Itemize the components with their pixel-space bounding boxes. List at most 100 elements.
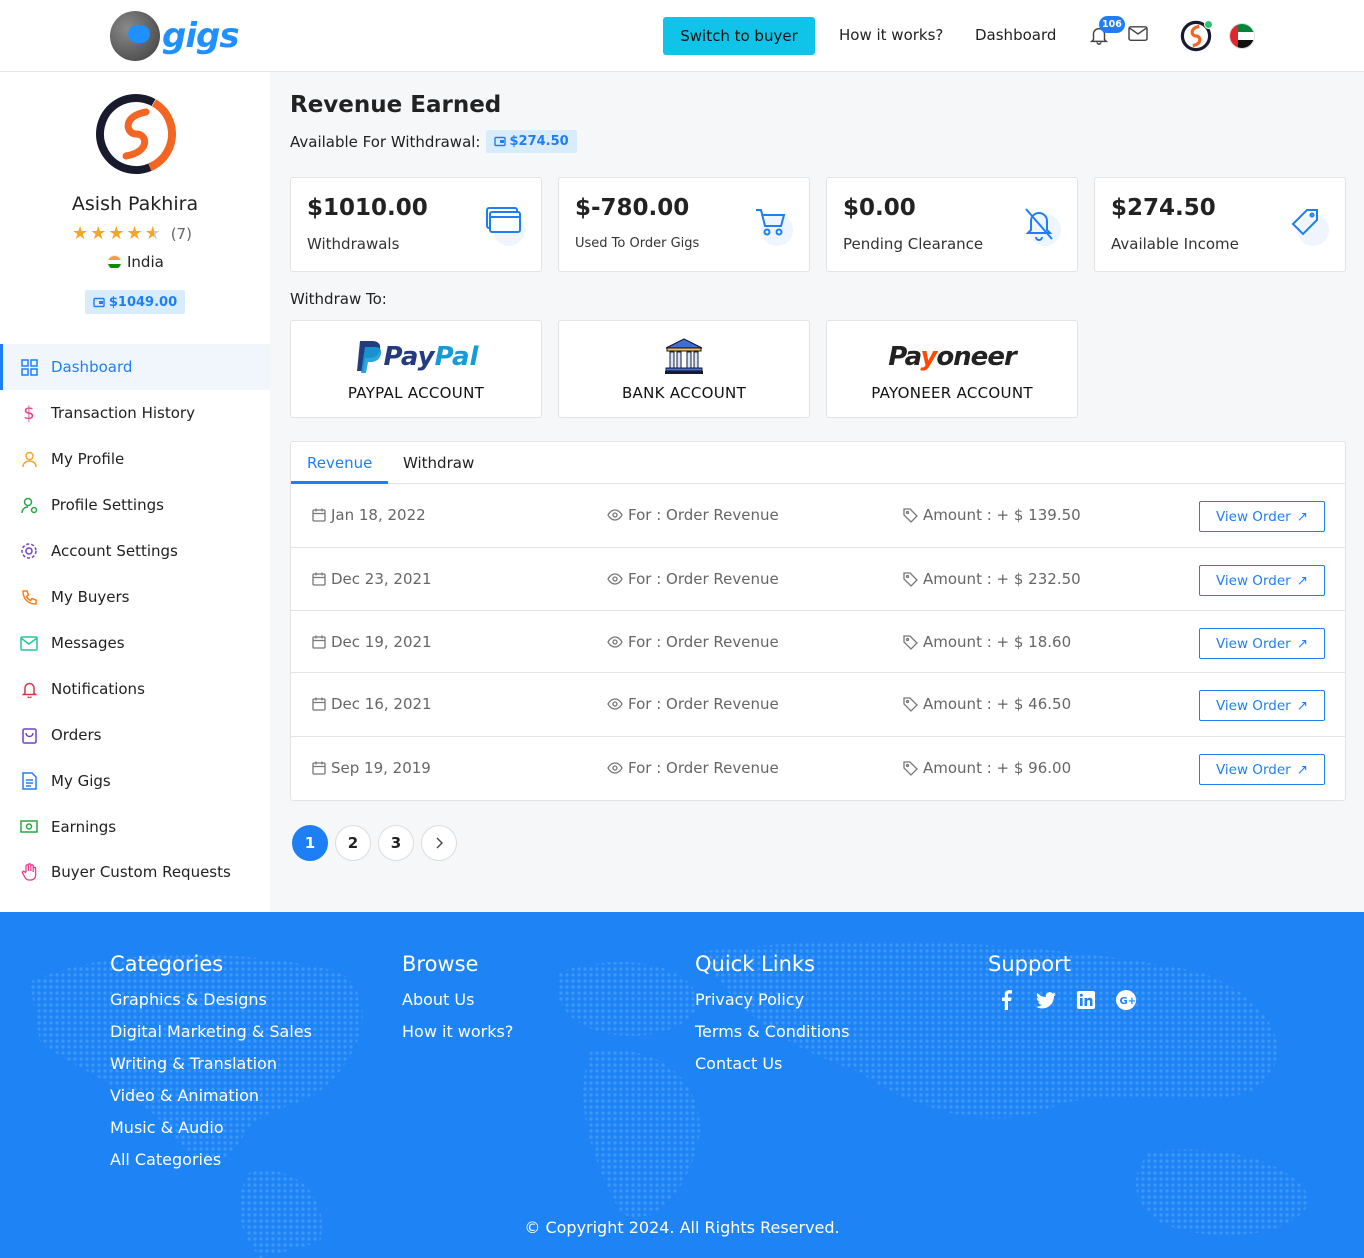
tx-amount-text: Amount : + $ 18.60: [923, 633, 1072, 651]
tx-date-text: Dec 16, 2021: [331, 695, 432, 713]
footer-link[interactable]: Terms & Conditions: [695, 1022, 849, 1054]
tag-icon: [903, 696, 918, 712]
page-button-3[interactable]: 3: [378, 825, 414, 861]
tx-for: For : Order Revenue: [607, 695, 779, 713]
bell-icon: [20, 680, 38, 698]
external-arrow-icon: ↗: [1296, 635, 1308, 652]
country-name: India: [127, 253, 164, 271]
stat-card-used-to-order: $-780.00 Used To Order Gigs: [558, 177, 810, 272]
sidebar-item-buyer-custom-requests[interactable]: Buyer Custom Requests: [0, 849, 270, 895]
sidebar-item-profile-settings[interactable]: Profile Settings: [0, 482, 270, 528]
available-label: Available For Withdrawal:: [290, 132, 481, 151]
view-order-button[interactable]: View Order ↗: [1199, 628, 1325, 659]
tx-amount-text: Amount : + $ 232.50: [923, 570, 1081, 588]
sidebar-item-transaction-history[interactable]: $ Transaction History: [0, 390, 270, 436]
view-order-button[interactable]: View Order ↗: [1199, 690, 1325, 721]
sidebar-item-notifications[interactable]: Notifications: [0, 666, 270, 712]
nav-dashboard[interactable]: Dashboard: [975, 26, 1056, 44]
facebook-icon[interactable]: [996, 990, 1016, 1010]
view-order-label: View Order: [1215, 761, 1291, 778]
uae-flag-icon[interactable]: [1229, 23, 1255, 49]
sidebar-item-messages[interactable]: Messages: [0, 620, 270, 666]
google-plus-icon[interactable]: G+: [1116, 990, 1136, 1010]
sidebar-item-earnings[interactable]: Earnings: [0, 804, 270, 849]
view-order-button[interactable]: View Order ↗: [1199, 501, 1325, 532]
paypal-wordmark: PayPal: [383, 342, 479, 372]
mail-icon[interactable]: [1127, 25, 1149, 43]
tx-amount-text: Amount : + $ 46.50: [923, 695, 1072, 713]
tag-icon: [903, 634, 918, 650]
review-count: (7): [170, 225, 192, 243]
bank-logo: [559, 337, 809, 377]
view-order-button[interactable]: View Order ↗: [1199, 754, 1325, 785]
calendar-icon: [312, 697, 326, 711]
stat-value: $1010.00: [307, 195, 428, 221]
sidebar-item-my-buyers[interactable]: My Buyers: [0, 574, 270, 620]
view-order-label: View Order: [1215, 508, 1291, 525]
sidebar-item-label: Notifications: [51, 680, 145, 698]
footer-title: Support: [988, 952, 1072, 976]
sidebar-item-label: Account Settings: [51, 542, 178, 560]
view-order-button[interactable]: View Order ↗: [1199, 565, 1325, 596]
profile-country: India: [107, 253, 164, 271]
copyright-text: © Copyright 2024. All Rights Reserved.: [524, 1218, 840, 1237]
tx-date-text: Dec 19, 2021: [331, 633, 432, 651]
sidebar-item-dashboard[interactable]: Dashboard: [0, 344, 270, 390]
bank-account-card[interactable]: BANK ACCOUNT: [558, 320, 810, 418]
sidebar-item-account-settings[interactable]: Account Settings: [0, 528, 270, 574]
footer-column-categories: Categories Graphics & Designs Digital Ma…: [110, 952, 312, 1182]
twitter-icon[interactable]: [1036, 990, 1056, 1010]
footer-link[interactable]: Privacy Policy: [695, 990, 849, 1022]
footer-link[interactable]: About Us: [402, 990, 513, 1022]
footer-link[interactable]: Digital Marketing & Sales: [110, 1022, 312, 1054]
nav-how-it-works[interactable]: How it works?: [839, 26, 943, 44]
footer-link[interactable]: Music & Audio: [110, 1118, 312, 1150]
site-logo[interactable]: gigs: [110, 10, 240, 62]
sidebar-item-my-profile[interactable]: My Profile: [0, 436, 270, 482]
stat-label: Used To Order Gigs: [575, 236, 700, 251]
tx-date-text: Sep 19, 2019: [331, 759, 431, 777]
document-icon: [20, 772, 38, 790]
grid-icon: [20, 358, 38, 376]
linkedin-icon[interactable]: [1076, 990, 1096, 1010]
svg-text:G+: G+: [1120, 996, 1137, 1007]
tab-revenue[interactable]: Revenue: [307, 454, 372, 472]
payoneer-account-card[interactable]: Payoneer PAYONEER ACCOUNT: [826, 320, 1078, 418]
external-arrow-icon: ↗: [1296, 572, 1308, 589]
stat-card-available-income: $274.50 Available Income: [1094, 177, 1346, 272]
footer-link[interactable]: Contact Us: [695, 1054, 849, 1086]
footer-link[interactable]: Graphics & Designs: [110, 990, 312, 1022]
tab-withdraw[interactable]: Withdraw: [403, 454, 474, 472]
top-header: gigs Switch to buyer How it works? Dashb…: [0, 0, 1364, 72]
footer-link[interactable]: How it works?: [402, 1022, 513, 1054]
tx-date: Sep 19, 2019: [312, 759, 431, 777]
profile-name: Asish Pakhira: [71, 193, 199, 215]
pagination: 1 2 3: [292, 825, 457, 861]
switch-to-buyer-button[interactable]: Switch to buyer: [663, 17, 815, 55]
calendar-icon: [312, 761, 326, 775]
footer-link[interactable]: Writing & Translation: [110, 1054, 312, 1086]
tx-date: Dec 23, 2021: [312, 570, 432, 588]
page-button-2[interactable]: 2: [335, 825, 371, 861]
method-label: BANK ACCOUNT: [621, 384, 747, 402]
online-status-dot: [1204, 20, 1213, 29]
tx-for-text: For : Order Revenue: [628, 695, 779, 713]
footer-column-support: Support G+: [988, 952, 1136, 1010]
user-gear-icon: [20, 496, 38, 514]
page-button-1[interactable]: 1: [292, 825, 328, 861]
external-arrow-icon: ↗: [1296, 697, 1308, 714]
stat-label: Withdrawals: [307, 235, 400, 253]
tag-icon: [1289, 206, 1329, 246]
tx-amount: Amount : + $ 139.50: [903, 506, 1081, 524]
next-page-button[interactable]: [421, 825, 457, 861]
calendar-icon: [312, 572, 326, 586]
paypal-account-card[interactable]: PayPal PAYPAL ACCOUNT: [290, 320, 542, 418]
footer-link[interactable]: All Categories: [110, 1150, 312, 1182]
footer-link[interactable]: Video & Animation: [110, 1086, 312, 1118]
sidebar-item-orders[interactable]: Orders: [0, 712, 270, 758]
bell-off-icon: [1021, 206, 1061, 246]
wallet-icon: [493, 136, 506, 147]
footer-column-browse: Browse About Us How it works?: [402, 952, 513, 1054]
tag-icon: [903, 760, 918, 776]
sidebar-item-my-gigs[interactable]: My Gigs: [0, 758, 270, 804]
